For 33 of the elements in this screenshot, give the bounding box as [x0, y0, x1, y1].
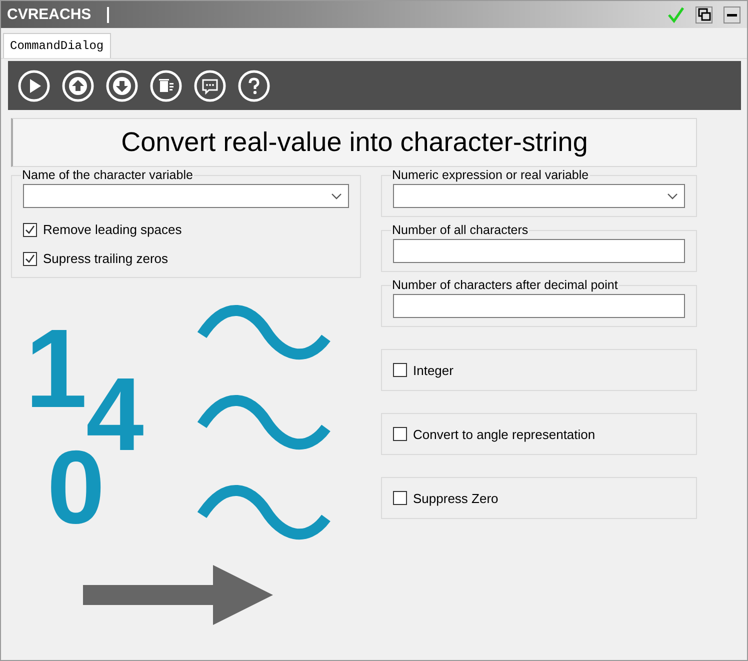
- checkbox-label: Integer: [413, 362, 454, 378]
- checkbox-label: Convert to angle representation: [413, 426, 596, 442]
- chevron-down-icon: [667, 192, 678, 200]
- help-button[interactable]: [238, 70, 270, 102]
- down-arrow-button[interactable]: [106, 70, 138, 102]
- title-separator: [107, 6, 110, 22]
- play-button[interactable]: [18, 70, 50, 102]
- checkbox[interactable]: [393, 363, 407, 377]
- checkbox-label: Remove leading spaces: [43, 222, 182, 237]
- dropdown-field[interactable]: [23, 184, 349, 208]
- tab[interactable]: CommandDialog: [3, 33, 111, 58]
- dialog-heading: Convert real-value into character-string: [121, 127, 588, 158]
- checkbox[interactable]: [393, 427, 407, 441]
- digit-graphic: 1: [25, 313, 88, 425]
- input-field[interactable]: [393, 294, 685, 318]
- group-label: Numeric expression or real variable: [391, 168, 590, 183]
- group-label: Number of characters after decimal point: [391, 278, 619, 293]
- input-field[interactable]: [393, 239, 685, 263]
- right-arrow-icon: [83, 565, 275, 625]
- restore-icon[interactable]: [695, 6, 713, 24]
- checkbox-label: Suppress Zero: [413, 490, 498, 506]
- up-arrow-button[interactable]: [62, 70, 94, 102]
- minimize-icon[interactable]: [723, 6, 741, 24]
- checkmark-icon[interactable]: [667, 6, 685, 24]
- dropdown-field[interactable]: [393, 184, 685, 208]
- window-title: CVREACHS: [7, 6, 92, 23]
- checkbox[interactable]: [393, 491, 407, 505]
- checkbox[interactable]: [23, 222, 37, 236]
- checkbox-label: Supress trailing zeros: [43, 251, 168, 266]
- chevron-down-icon: [331, 192, 342, 200]
- checkbox[interactable]: [23, 252, 37, 266]
- trash-button[interactable]: [150, 70, 182, 102]
- speech-bubble-button[interactable]: [194, 70, 226, 102]
